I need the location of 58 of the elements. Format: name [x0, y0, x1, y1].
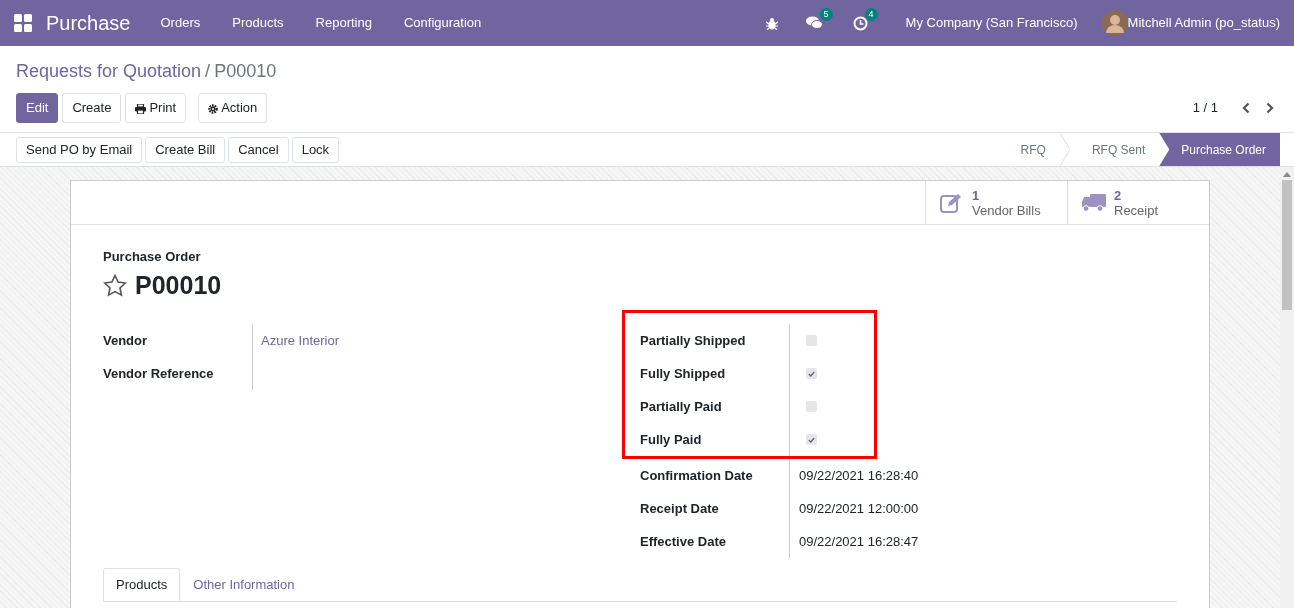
field-label: Partially Paid — [640, 390, 790, 423]
star-icon[interactable] — [103, 273, 127, 297]
toolbar-button[interactable]: Action — [198, 93, 268, 123]
pager-value: 1 / 1 — [1192, 99, 1218, 118]
checkbox[interactable] — [806, 368, 817, 379]
field-value: 09/22/2021 16:28:47 — [799, 532, 919, 551]
header-button[interactable]: Cancel — [228, 136, 289, 163]
breadcrumb-link[interactable]: Requests for Quotation — [16, 61, 202, 81]
menu-item[interactable]: Configuration — [403, 13, 482, 33]
user-menu[interactable]: Mitchell Admin (po_status) — [1127, 13, 1280, 33]
tab[interactable]: Products — [103, 568, 181, 601]
edit-icon — [940, 192, 964, 213]
field-value: 09/22/2021 16:28:40 — [799, 466, 919, 485]
scrollbar[interactable] — [1280, 167, 1294, 608]
field-label: Partially Shipped — [640, 324, 790, 357]
status-stage[interactable]: Purchase Order — [1159, 133, 1280, 166]
breadcrumb-current: P00010 — [214, 61, 277, 81]
company-switcher[interactable]: My Company (San Francisco) — [905, 13, 1078, 33]
field-label: Fully Paid — [640, 423, 790, 456]
field-label: Receipt Date — [640, 492, 790, 525]
toolbar-button[interactable]: Print — [125, 93, 187, 123]
field-label: Fully Shipped — [640, 357, 790, 390]
truck-icon — [1082, 193, 1106, 212]
avatar-icon[interactable] — [1101, 10, 1128, 36]
checkbox[interactable] — [806, 434, 817, 445]
edit-button[interactable]: Edit — [16, 93, 59, 123]
header-button[interactable]: Create Bill — [145, 136, 226, 163]
app-name: Purchase — [46, 11, 131, 36]
scroll-up-icon[interactable] — [1283, 171, 1291, 177]
printer-icon — [135, 103, 147, 114]
menu-item[interactable]: Products — [232, 13, 284, 33]
title-label: Purchase Order — [103, 248, 202, 266]
vendor-link[interactable]: Azure Interior — [261, 330, 340, 351]
count-badge: 4 — [864, 7, 878, 21]
field-label: Effective Date — [640, 525, 790, 558]
checkbox[interactable] — [806, 335, 817, 346]
apps-menu-icon[interactable] — [14, 14, 32, 32]
menu-item[interactable]: Orders — [160, 13, 201, 33]
menu-item[interactable]: Reporting — [315, 13, 372, 33]
gear-icon — [208, 103, 219, 114]
next-icon[interactable] — [1266, 102, 1274, 114]
breadcrumb-separator: / — [205, 61, 211, 81]
header-button[interactable]: Lock — [291, 136, 340, 163]
header-button[interactable]: Send PO by Email — [16, 136, 143, 163]
messages-icon[interactable] — [805, 16, 823, 30]
count-badge: 5 — [819, 8, 833, 21]
field-label: Vendor Reference — [103, 357, 253, 390]
checkbox[interactable] — [806, 401, 817, 412]
bug-icon[interactable] — [765, 16, 778, 30]
field-label: Vendor — [103, 324, 253, 357]
clock-icon[interactable] — [852, 15, 868, 31]
scrollbar-thumb[interactable] — [1282, 180, 1292, 310]
previous-icon[interactable] — [1242, 102, 1250, 114]
field-value: 09/22/2021 12:00:00 — [799, 499, 919, 518]
record-title: P00010 — [135, 269, 222, 301]
tab[interactable]: Other Information — [180, 568, 308, 601]
toolbar-button[interactable]: Create — [62, 93, 122, 123]
field-label: Confirmation Date — [640, 459, 790, 492]
